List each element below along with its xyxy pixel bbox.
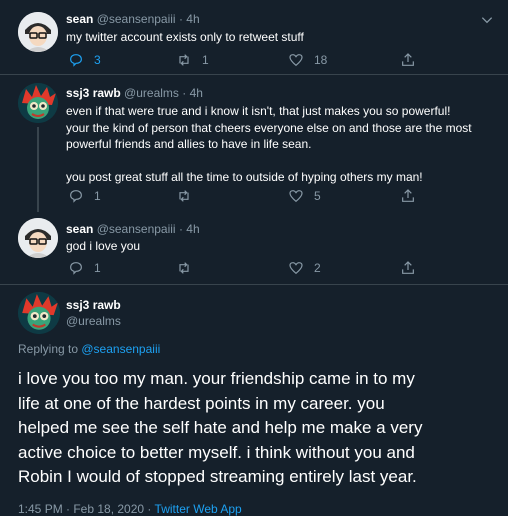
heart-icon: [289, 190, 303, 203]
like-count: 2: [314, 261, 321, 275]
reply-icon: [70, 54, 82, 67]
main-text-line: life at one of the hardest points in my …: [18, 393, 385, 413]
share-button[interactable]: [400, 260, 416, 276]
thread-line: [37, 127, 39, 212]
avatar[interactable]: [18, 12, 58, 52]
reply-count: 1: [94, 189, 101, 203]
avatar[interactable]: [18, 218, 58, 258]
handle[interactable]: @urealms: [124, 86, 179, 100]
tweet-header: sean @seansenpaiii · 4h: [66, 12, 200, 26]
retweet-icon: [179, 262, 189, 274]
tweet-text: my twitter account exists only to retwee…: [66, 30, 304, 44]
chevron-down-icon[interactable]: [480, 13, 494, 27]
avatar[interactable]: [18, 83, 58, 123]
rawb-avatar-icon: [18, 292, 60, 334]
replying-to: Replying to @seansenpaiii: [18, 342, 160, 356]
sean-avatar-icon: [18, 218, 58, 258]
tweet-text-line: your the kind of person that cheers ever…: [66, 120, 472, 135]
main-text-line: i love you too my man. your friendship c…: [18, 369, 415, 388]
handle[interactable]: @seansenpaiii: [97, 222, 176, 236]
timestamp[interactable]: · 4h: [182, 86, 203, 100]
tweet-footer: 1:45 PM · Feb 18, 2020 · Twitter Web App: [18, 502, 242, 516]
footer-timestamp[interactable]: 1:45 PM · Feb 18, 2020 ·: [18, 502, 155, 516]
tweet-header: sean @seansenpaiii · 4h: [66, 222, 200, 236]
retweet-button[interactable]: [176, 188, 202, 204]
main-tweet-author: ssj3 rawb @urealms: [66, 297, 121, 329]
main-text-line: active choice to better myself. i think …: [18, 442, 415, 462]
retweet-icon: [179, 54, 189, 66]
heart-icon: [289, 54, 303, 67]
share-icon: [402, 189, 414, 202]
reply-button[interactable]: 1: [68, 188, 101, 204]
tweet-header: ssj3 rawb @urealms · 4h: [66, 86, 203, 100]
main-tweet-text: i love you too my man. your friendship c…: [18, 367, 493, 490]
sean-avatar-icon: [18, 12, 58, 52]
main-text-line: helped me see the self hate and help me …: [18, 418, 423, 437]
share-button[interactable]: [400, 52, 416, 68]
like-count: 18: [314, 53, 328, 67]
heart-icon: [289, 262, 303, 275]
display-name[interactable]: ssj3 rawb: [66, 297, 121, 313]
like-button[interactable]: 18: [288, 52, 327, 68]
tweet-text-line: even if that were true and i know it isn…: [66, 104, 451, 118]
display-name[interactable]: ssj3 rawb: [66, 86, 121, 100]
tweet-text-line: you post great stuff all the time to out…: [66, 169, 423, 184]
tweet-text-line: powerful friends and allies to have in l…: [66, 137, 312, 151]
reply-button[interactable]: 1: [68, 260, 101, 276]
timestamp[interactable]: · 4h: [179, 12, 200, 26]
retweet-count: 1: [202, 53, 209, 67]
footer-app-link[interactable]: Twitter Web App: [155, 502, 242, 516]
tweet-1[interactable]: sean @seansenpaiii · 4h my twitter accou…: [0, 0, 508, 72]
display-name[interactable]: sean: [66, 12, 93, 26]
reply-icon: [70, 262, 82, 275]
tweet-2[interactable]: ssj3 rawb @urealms · 4h even if that wer…: [0, 75, 508, 212]
reply-count: 3: [94, 53, 101, 67]
tweet-3[interactable]: sean @seansenpaiii · 4h god i love you 1…: [0, 210, 508, 285]
avatar[interactable]: [18, 292, 60, 334]
handle[interactable]: @seansenpaiii: [97, 12, 176, 26]
replying-to-link[interactable]: @seansenpaiii: [81, 342, 160, 356]
reply-icon: [70, 190, 82, 203]
share-icon: [402, 261, 414, 274]
like-count: 5: [314, 189, 321, 203]
main-text-line: Robin I would of stopped streaming entir…: [18, 467, 417, 486]
tweet-actions: 1 2: [66, 260, 446, 276]
reply-count: 1: [94, 261, 101, 275]
retweet-button[interactable]: 1: [176, 52, 209, 68]
retweet-icon: [179, 190, 189, 202]
reply-button[interactable]: 3: [68, 52, 101, 68]
share-icon: [402, 53, 414, 66]
rawb-avatar-icon: [18, 83, 58, 123]
handle[interactable]: @urealms: [66, 313, 121, 329]
tweet-text: even if that were true and i know it isn…: [66, 103, 496, 185]
like-button[interactable]: 2: [288, 260, 321, 276]
share-button[interactable]: [400, 188, 416, 204]
like-button[interactable]: 5: [288, 188, 321, 204]
main-tweet: ssj3 rawb @urealms Replying to @seansenp…: [0, 285, 508, 516]
replying-to-label: Replying to: [18, 342, 82, 356]
display-name[interactable]: sean: [66, 222, 93, 236]
timestamp[interactable]: · 4h: [179, 222, 200, 236]
retweet-button[interactable]: [176, 260, 202, 276]
tweet-actions: 3 1 18: [66, 52, 446, 68]
tweet-text: god i love you: [66, 239, 141, 253]
tweet-actions: 1 5: [66, 188, 446, 204]
